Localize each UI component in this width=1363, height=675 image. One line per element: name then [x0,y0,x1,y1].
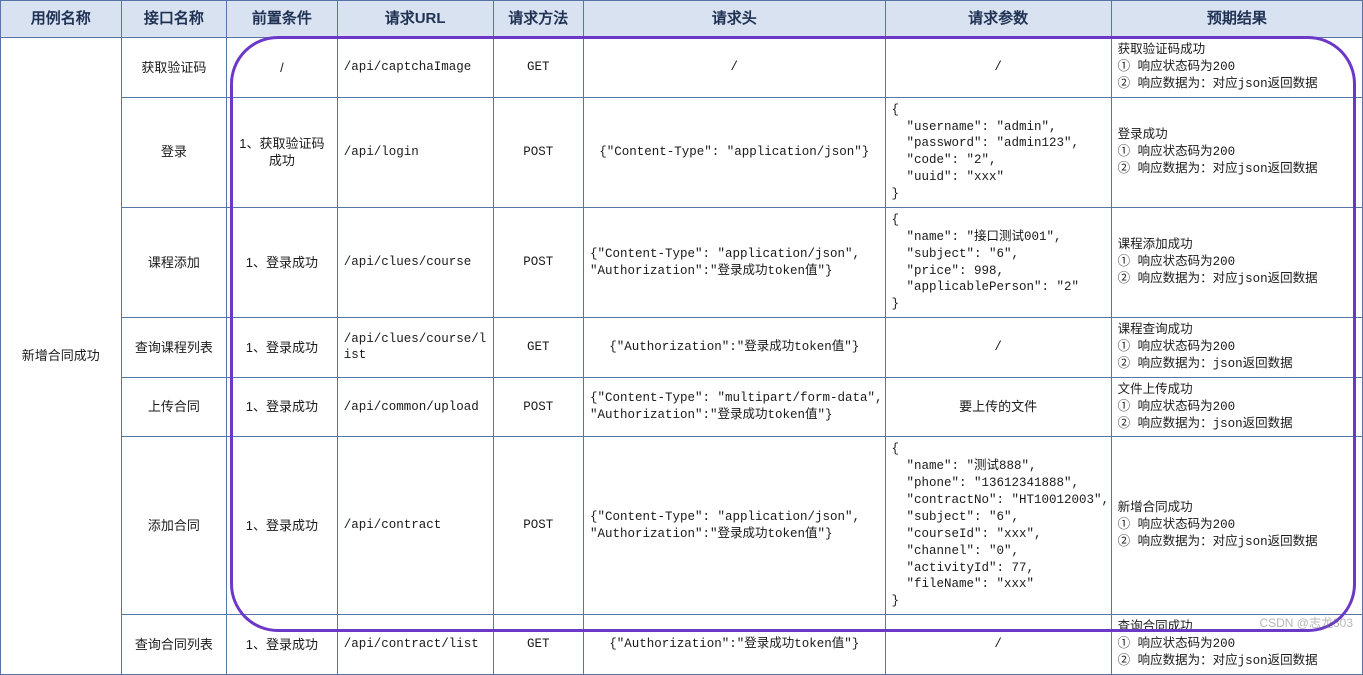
cell-method: GET [493,318,583,378]
table-row: 添加合同 1、登录成功 /api/contract POST {"Content… [1,437,1363,615]
cell-precond: 1、获取验证码成功 [227,97,338,207]
cell-header: {"Content-Type": "application/json", "Au… [583,207,885,317]
th-url: 请求URL [337,1,493,38]
cell-case-name: 新增合同成功 [1,38,122,675]
th-req-param: 请求参数 [885,1,1111,38]
cell-method: GET [493,615,583,675]
cell-interface: 添加合同 [121,437,227,615]
cell-interface: 上传合同 [121,377,227,437]
cell-header: {"Content-Type": "application/json"} [583,97,885,207]
cell-url: /api/captchaImage [337,38,493,98]
api-testcase-table: 用例名称 接口名称 前置条件 请求URL 请求方法 请求头 请求参数 预期结果 … [0,0,1363,675]
cell-precond: 1、登录成功 [227,615,338,675]
cell-url: /api/clues/course/list [337,318,493,378]
cell-expected: 新增合同成功 ① 响应状态码为200 ② 响应数据为：对应json返回数据 [1111,437,1362,615]
table-row: 查询合同列表 1、登录成功 /api/contract/list GET {"A… [1,615,1363,675]
cell-expected: 登录成功 ① 响应状态码为200 ② 响应数据为：对应json返回数据 [1111,97,1362,207]
cell-precond: / [227,38,338,98]
table-row: 课程添加 1、登录成功 /api/clues/course POST {"Con… [1,207,1363,317]
table-header-row: 用例名称 接口名称 前置条件 请求URL 请求方法 请求头 请求参数 预期结果 [1,1,1363,38]
cell-precond: 1、登录成功 [227,377,338,437]
cell-header: / [583,38,885,98]
cell-interface: 查询合同列表 [121,615,227,675]
table-row: 查询课程列表 1、登录成功 /api/clues/course/list GET… [1,318,1363,378]
cell-expected: 获取验证码成功 ① 响应状态码为200 ② 响应数据为：对应json返回数据 [1111,38,1362,98]
cell-param: / [885,38,1111,98]
th-interface: 接口名称 [121,1,227,38]
cell-header: {"Content-Type": "application/json", "Au… [583,437,885,615]
cell-header: {"Authorization":"登录成功token值"} [583,318,885,378]
cell-expected: 查询合同成功 ① 响应状态码为200 ② 响应数据为：对应json返回数据 [1111,615,1362,675]
cell-method: POST [493,437,583,615]
th-precondition: 前置条件 [227,1,338,38]
cell-interface: 登录 [121,97,227,207]
table-row: 登录 1、获取验证码成功 /api/login POST {"Content-T… [1,97,1363,207]
cell-expected: 课程查询成功 ① 响应状态码为200 ② 响应数据为：json返回数据 [1111,318,1362,378]
th-req-header: 请求头 [583,1,885,38]
cell-interface: 课程添加 [121,207,227,317]
th-expected: 预期结果 [1111,1,1362,38]
th-method: 请求方法 [493,1,583,38]
cell-param: { "name": "测试888", "phone": "13612341888… [885,437,1111,615]
cell-method: POST [493,207,583,317]
cell-param: / [885,318,1111,378]
cell-header: {"Content-Type": "multipart/form-data", … [583,377,885,437]
cell-url: /api/contract/list [337,615,493,675]
cell-url: /api/common/upload [337,377,493,437]
cell-interface: 获取验证码 [121,38,227,98]
cell-method: GET [493,38,583,98]
cell-method: POST [493,97,583,207]
cell-param: { "username": "admin", "password": "admi… [885,97,1111,207]
table-row: 上传合同 1、登录成功 /api/common/upload POST {"Co… [1,377,1363,437]
cell-param: 要上传的文件 [885,377,1111,437]
cell-expected: 文件上传成功 ① 响应状态码为200 ② 响应数据为：json返回数据 [1111,377,1362,437]
cell-expected: 课程添加成功 ① 响应状态码为200 ② 响应数据为：对应json返回数据 [1111,207,1362,317]
cell-url: /api/contract [337,437,493,615]
table-row: 新增合同成功 获取验证码 / /api/captchaImage GET / /… [1,38,1363,98]
cell-header: {"Authorization":"登录成功token值"} [583,615,885,675]
cell-precond: 1、登录成功 [227,207,338,317]
cell-param: { "name": "接口测试001", "subject": "6", "pr… [885,207,1111,317]
cell-precond: 1、登录成功 [227,318,338,378]
th-case-name: 用例名称 [1,1,122,38]
cell-interface: 查询课程列表 [121,318,227,378]
cell-url: /api/login [337,97,493,207]
cell-precond: 1、登录成功 [227,437,338,615]
cell-method: POST [493,377,583,437]
cell-param: / [885,615,1111,675]
cell-url: /api/clues/course [337,207,493,317]
